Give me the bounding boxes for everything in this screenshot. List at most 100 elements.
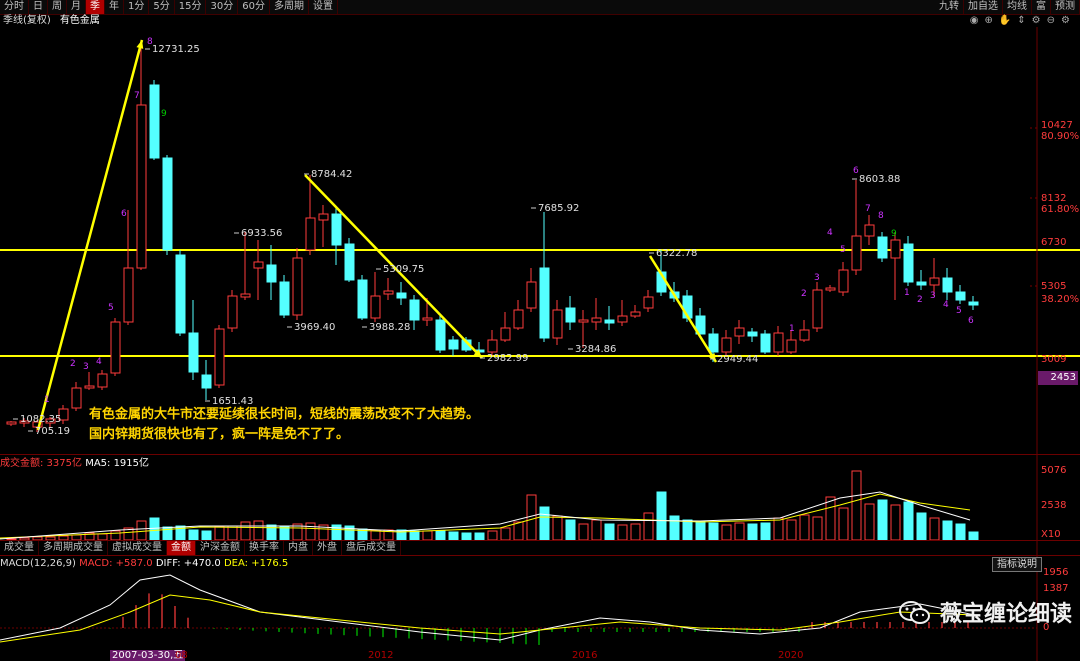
nine-turn-number: 4 bbox=[96, 357, 102, 367]
vol-ma-long bbox=[0, 493, 971, 539]
price-tag: 705.19 bbox=[35, 426, 70, 437]
macd-axis-1387: 1387 bbox=[1043, 583, 1069, 594]
volume-bar bbox=[747, 523, 758, 541]
candles-group bbox=[6, 40, 979, 432]
candle-body bbox=[890, 239, 901, 259]
trend-arrows bbox=[36, 39, 718, 431]
candle-body bbox=[32, 421, 43, 428]
volume-bar bbox=[487, 530, 498, 541]
candle-body bbox=[786, 339, 797, 353]
nine-turn-number: 2 bbox=[917, 295, 923, 305]
price-tag: 2949.44 bbox=[717, 354, 758, 365]
tab-inner[interactable]: 内盘 bbox=[284, 541, 313, 555]
axis-80pct: 80.90% bbox=[1041, 131, 1080, 142]
maximize-icon[interactable]: ⇕ bbox=[1017, 15, 1025, 26]
x-label-2012: 2012 bbox=[368, 650, 394, 661]
period-tab-15min[interactable]: 15分 bbox=[175, 0, 207, 14]
volume-bar bbox=[474, 532, 485, 541]
nine-turn-number: 6 bbox=[968, 316, 974, 326]
volume-bar bbox=[708, 522, 719, 541]
axis-61pct: 61.80% bbox=[1041, 204, 1080, 215]
nine-turn-number: 4 bbox=[827, 228, 833, 238]
settings-icon[interactable]: ⚙ bbox=[1032, 15, 1041, 26]
add-watchlist-button[interactable]: 加自选 bbox=[964, 0, 1003, 14]
period-tab-fenshi[interactable]: 分时 bbox=[0, 0, 29, 14]
period-tab-year[interactable]: 年 bbox=[105, 0, 124, 14]
nine-turn-button[interactable]: 九转 bbox=[935, 0, 964, 14]
nine-turn-number: 9 bbox=[161, 109, 167, 119]
axis-8132: 8132 bbox=[1041, 193, 1067, 204]
volume-bar bbox=[929, 517, 940, 541]
volume-bar bbox=[786, 519, 797, 541]
tab-volume[interactable]: 成交量 bbox=[0, 541, 39, 555]
volume-bar bbox=[916, 512, 927, 541]
period-tab-day[interactable]: 日 bbox=[29, 0, 48, 14]
ma-line-button[interactable]: 均线 bbox=[1003, 0, 1032, 14]
price-tag: 8784.42 bbox=[311, 169, 352, 180]
nine-turn-number: 5 bbox=[108, 303, 114, 313]
tab-outer[interactable]: 外盘 bbox=[313, 541, 342, 555]
tab-multi-volume[interactable]: 多周期成交量 bbox=[39, 541, 108, 555]
tab-after-hours[interactable]: 盘后成交量 bbox=[342, 541, 401, 555]
eye-icon[interactable]: ◉ bbox=[970, 15, 979, 26]
candle-body bbox=[617, 315, 628, 323]
forecast-button[interactable]: 预测 bbox=[1051, 0, 1080, 14]
nine-turn-number: 6 bbox=[853, 166, 859, 176]
candle-body bbox=[851, 235, 862, 271]
candle-body bbox=[188, 332, 199, 373]
volume-ma5: MA5: 1915亿 bbox=[85, 458, 150, 469]
tab-turnover[interactable]: 换手率 bbox=[245, 541, 284, 555]
period-tab-quarter[interactable]: 季 bbox=[86, 0, 105, 14]
candle-body bbox=[773, 332, 784, 353]
tab-amount[interactable]: 金额 bbox=[167, 541, 196, 555]
zoom-out-icon[interactable]: ⊖ bbox=[1047, 15, 1055, 26]
period-tab-multi[interactable]: 多周期 bbox=[270, 0, 309, 14]
nine-turn-number: 3 bbox=[930, 291, 936, 301]
annotation-line-1: 有色金属的大牛市还要延续很长时间，短线的震荡改变不了大趋势。 bbox=[89, 407, 480, 422]
nine-turn-number: 6 bbox=[121, 209, 127, 219]
candle-body bbox=[474, 349, 485, 353]
hand-icon[interactable]: ✋ bbox=[999, 15, 1011, 26]
nine-turn-number: 2 bbox=[801, 289, 807, 299]
candle-body bbox=[97, 373, 108, 388]
candle-body bbox=[812, 289, 823, 329]
up-arrow-head bbox=[136, 40, 144, 49]
volume-title: 成交金额: 3375亿 MA5: 1915亿 bbox=[0, 458, 149, 470]
volume-bar bbox=[305, 522, 316, 541]
x-label-08: 08 bbox=[175, 650, 188, 661]
period-tab-month[interactable]: 月 bbox=[67, 0, 86, 14]
chart-settings-icon[interactable]: ⚙ bbox=[1061, 15, 1070, 26]
indicator-help-button[interactable]: 指标说明 bbox=[992, 557, 1042, 572]
tab-hs-amount[interactable]: 沪深金额 bbox=[196, 541, 245, 555]
candle-body bbox=[695, 315, 706, 335]
candle-body bbox=[396, 292, 407, 299]
rich-button[interactable]: 富 bbox=[1032, 0, 1051, 14]
candle-body bbox=[201, 374, 212, 389]
dea-value: DEA: +176.5 bbox=[223, 558, 289, 569]
volume-bar bbox=[175, 525, 186, 541]
settings-button[interactable]: 设置 bbox=[309, 0, 338, 14]
candle-body bbox=[968, 301, 979, 306]
volume-bar bbox=[422, 530, 433, 541]
candle-body bbox=[565, 307, 576, 323]
candle-body bbox=[799, 329, 810, 341]
candle-body bbox=[903, 243, 914, 283]
price-tag: 3988.28 bbox=[369, 322, 410, 333]
candle-body bbox=[552, 309, 563, 339]
period-tab-1min[interactable]: 1分 bbox=[124, 0, 150, 14]
period-tab-60min[interactable]: 60分 bbox=[238, 0, 270, 14]
axis-10427: 10427 bbox=[1041, 120, 1073, 131]
candle-body bbox=[149, 84, 160, 159]
candle-body bbox=[110, 321, 121, 374]
volume-bar bbox=[890, 504, 901, 541]
tab-virtual-volume[interactable]: 虚拟成交量 bbox=[108, 541, 167, 555]
zoom-in-icon[interactable]: ⊕ bbox=[984, 15, 992, 26]
period-tab-5min[interactable]: 5分 bbox=[149, 0, 175, 14]
volume-bar bbox=[617, 524, 628, 541]
period-tab-30min[interactable]: 30分 bbox=[206, 0, 239, 14]
price-tag: 7685.92 bbox=[538, 203, 579, 214]
axis-level-lines bbox=[1030, 127, 1040, 287]
period-tab-week[interactable]: 周 bbox=[48, 0, 67, 14]
candle-body bbox=[942, 277, 953, 293]
volume-bar bbox=[227, 525, 238, 541]
